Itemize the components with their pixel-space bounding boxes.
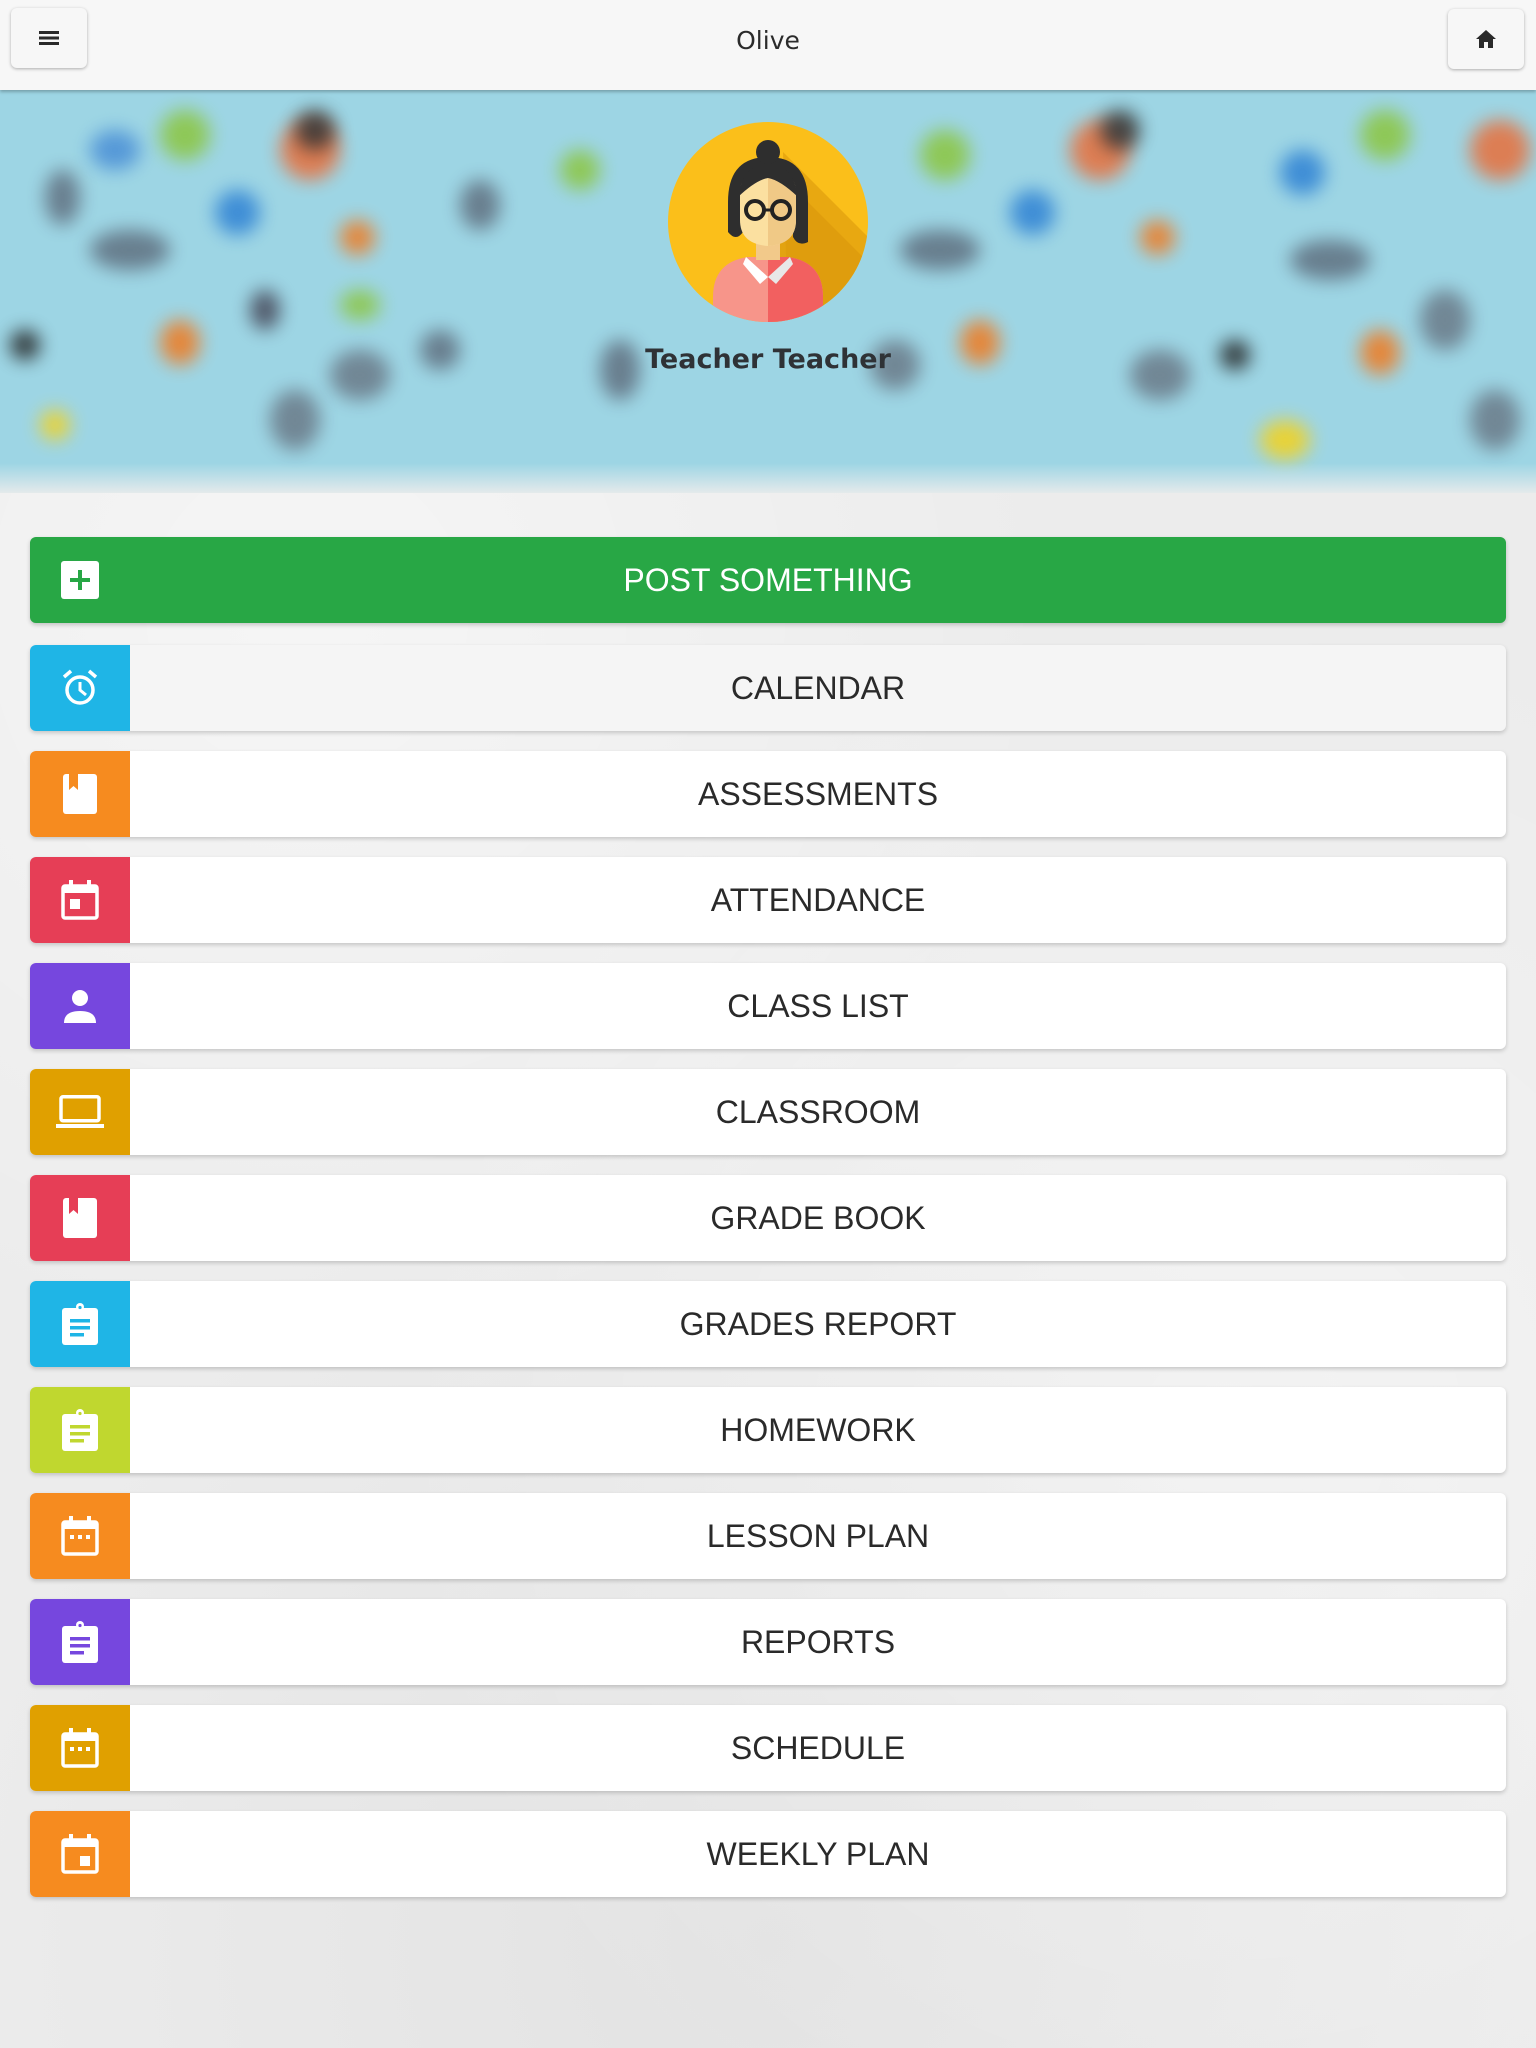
menu-icon-block xyxy=(30,1387,130,1473)
calendar-dots-icon xyxy=(61,1728,99,1768)
menu-icon-block xyxy=(30,1705,130,1791)
menu-item-grades-report[interactable]: GRADES REPORT xyxy=(30,1281,1506,1367)
menu-item-calendar[interactable]: CALENDAR xyxy=(30,645,1506,731)
menu-item-schedule[interactable]: SCHEDULE xyxy=(30,1705,1506,1791)
home-icon xyxy=(1476,30,1496,48)
menu-item-label: CLASS LIST xyxy=(727,988,909,1024)
menu-item-label: ATTENDANCE xyxy=(710,882,926,918)
menu-item-weekly-plan[interactable]: WEEKLY PLAN xyxy=(30,1811,1506,1897)
menu-item-label: ASSESSMENTS xyxy=(697,776,939,812)
menu-item-attendance[interactable]: ATTENDANCE xyxy=(30,857,1506,943)
menu-item-grade-book[interactable]: GRADE BOOK xyxy=(30,1175,1506,1261)
menu-item-classroom[interactable]: CLASSROOM xyxy=(30,1069,1506,1155)
menu-item-reports[interactable]: REPORTS xyxy=(30,1599,1506,1685)
book-icon xyxy=(63,774,97,814)
teacher-avatar-icon xyxy=(713,140,868,322)
post-something-button[interactable]: POST SOMETHING xyxy=(30,537,1506,623)
laptop-icon xyxy=(56,1095,104,1129)
menu-item-label: GRADES REPORT xyxy=(679,1306,957,1342)
clipboard-icon xyxy=(62,1409,98,1451)
menu-item-lesson-plan[interactable]: LESSON PLAN xyxy=(30,1493,1506,1579)
menu-icon-block xyxy=(30,1599,130,1685)
menu-item-label: HOMEWORK xyxy=(720,1412,916,1448)
alarm-clock-icon xyxy=(60,668,100,708)
menu-icon-block xyxy=(30,1811,130,1897)
menu-item-label: CALENDAR xyxy=(730,670,906,706)
calendar-today-icon xyxy=(61,1834,99,1874)
menu-item-assessments[interactable]: ASSESSMENTS xyxy=(30,751,1506,837)
menu-item-label: CLASSROOM xyxy=(715,1094,921,1130)
profile-name: Teacher Teacher xyxy=(645,344,891,375)
menu-item-label: SCHEDULE xyxy=(730,1730,906,1766)
menu-icon-block xyxy=(30,857,130,943)
person-icon xyxy=(63,989,97,1023)
clipboard-icon xyxy=(62,1621,98,1663)
calendar-event-icon xyxy=(61,880,99,920)
menu-icon-block xyxy=(30,1175,130,1261)
app-title: Olive xyxy=(736,26,800,55)
book-icon xyxy=(63,1198,97,1238)
menu-icon-block xyxy=(30,751,130,837)
menu-item-label: GRADE BOOK xyxy=(710,1200,926,1236)
post-something-label: POST SOMETHING xyxy=(623,562,913,598)
avatar xyxy=(668,122,868,322)
banner-fade xyxy=(0,463,1536,493)
menu-icon-block xyxy=(30,1281,130,1367)
calendar-dots-icon xyxy=(61,1516,99,1556)
menu-item-label: WEEKLY PLAN xyxy=(706,1836,930,1872)
menu-item-homework[interactable]: HOMEWORK xyxy=(30,1387,1506,1473)
menu-icon-block xyxy=(30,645,130,731)
menu-icon-block xyxy=(30,1069,130,1155)
menu-item-class-list[interactable]: CLASS LIST xyxy=(30,963,1506,1049)
menu-item-label: REPORTS xyxy=(740,1624,896,1660)
home-button[interactable] xyxy=(1448,9,1524,69)
top-app-bar: Olive xyxy=(0,0,1536,90)
menu-icon-block xyxy=(30,963,130,1049)
clipboard-icon xyxy=(62,1303,98,1345)
menu-icon-block xyxy=(30,1493,130,1579)
menu-item-label: LESSON PLAN xyxy=(706,1518,930,1554)
